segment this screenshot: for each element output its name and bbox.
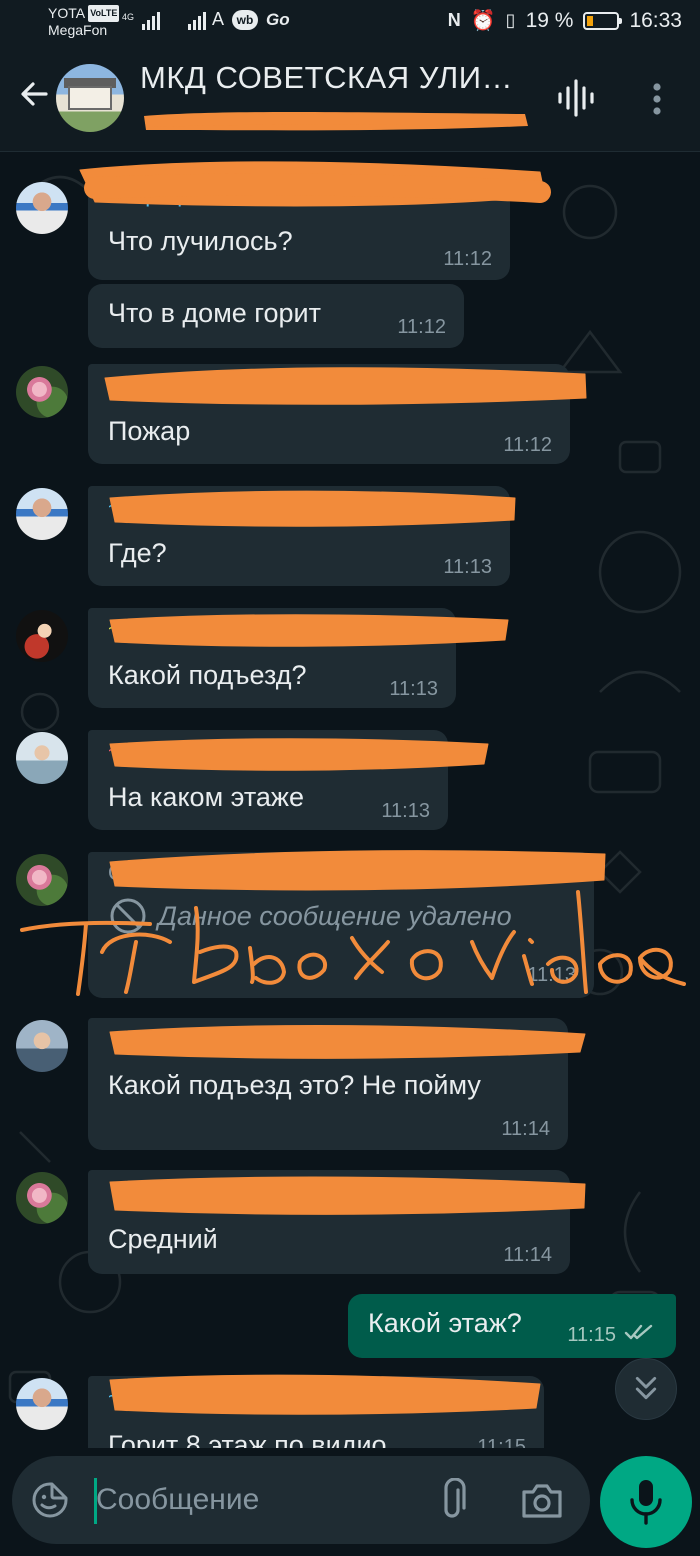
message-bubble[interactable]: ~ Мргарита Что лучилось? 11:12 (88, 174, 510, 280)
mic-icon (630, 1480, 662, 1525)
sender-avatar[interactable] (16, 182, 68, 234)
network-type: 4G (122, 12, 135, 22)
blocked-icon (110, 898, 146, 934)
message-time: 11:15 (567, 1324, 616, 1346)
message-text: Какой подъезд это? Не пойму (108, 1070, 481, 1100)
go-icon: Go (266, 9, 290, 29)
message-time: 11:14 (503, 1244, 552, 1266)
message-text: Горит 8 этаж по видио (108, 1430, 387, 1448)
message-time: 11:13 (389, 678, 438, 700)
message-text: Средний (108, 1224, 218, 1254)
sender-avatar[interactable] (16, 610, 68, 662)
message-bubble[interactable]: Какой подъезд это? Не пойму 11:14 (88, 1018, 568, 1150)
sender-name: Оль (108, 860, 150, 885)
sender-name: ~ И (108, 616, 143, 641)
composer-bar (0, 1448, 700, 1556)
message-time: 11:12 (443, 248, 492, 270)
scroll-to-bottom-icon[interactable] (615, 1358, 677, 1420)
group-title[interactable]: МКД СОВЕТСКАЯ УЛИ… (140, 60, 513, 96)
message-time: 11:13 (443, 556, 492, 578)
message-bubble[interactable]: Пожар 11:12 (88, 364, 570, 464)
sender-name: ~ Ма (108, 1384, 158, 1409)
message-time: 11:14 (501, 1118, 550, 1140)
message-time: 11:13 (527, 964, 576, 986)
carrier-megafon: MegaFon (48, 22, 108, 38)
status-bar: YOTA VoLTE MegaFon 4G A wb Go N ⏰ ▯ 19 %… (0, 0, 700, 46)
sender-name: ~ Ма (108, 494, 158, 519)
clock: 16:33 (629, 8, 682, 32)
read-receipt-icon (624, 1324, 653, 1340)
message-bubble[interactable]: ~ И Какой подъезд? 11:13 (88, 608, 456, 708)
deleted-text: Данное сообщение удалено (158, 900, 512, 931)
message-text: Что в доме горит (108, 298, 322, 328)
attach-icon[interactable] (436, 1478, 470, 1522)
deleted-message: Данное сообщение удалено (108, 896, 512, 936)
more-vert-icon[interactable] (650, 82, 664, 116)
message-input[interactable] (96, 1474, 416, 1526)
sender-avatar[interactable] (16, 1172, 68, 1224)
voice-record-button[interactable] (600, 1456, 692, 1548)
volte-badge: VoLTE (88, 5, 120, 22)
sender-avatar[interactable] (16, 366, 68, 418)
sender-name: ~ Мргарита (108, 182, 224, 207)
subtitle-redaction (144, 112, 528, 131)
deleted-message-bubble[interactable]: Оль Данное сообщение удалено 11:13 (88, 852, 594, 998)
chat-header: МКД СОВЕТСКАЯ УЛИ… (0, 46, 700, 152)
nfc-icon: N (447, 10, 461, 30)
message-time: 11:12 (397, 316, 446, 338)
chat-messages[interactable]: ~ Мргарита Что лучилось? 11:12 Что в дом… (0, 152, 700, 1448)
message-time: 11:13 (381, 800, 430, 822)
signal-icon-2 (188, 10, 207, 30)
wb-icon: wb (232, 9, 259, 30)
message-text: На каком этаже (108, 782, 304, 812)
signal-indicators: 4G (122, 10, 207, 30)
vibrate-icon: ▯ (505, 10, 516, 30)
camera-icon[interactable] (520, 1480, 564, 1520)
message-bubble[interactable]: ~ Ольга На каком этаже 11:13 (88, 730, 448, 830)
message-composer[interactable] (12, 1456, 590, 1544)
font-a-icon: A (212, 9, 225, 29)
sticker-emoji-icon[interactable] (30, 1480, 70, 1520)
sender-avatar[interactable] (16, 1378, 68, 1430)
battery-icon (583, 11, 623, 30)
outgoing-message-bubble[interactable]: Какой этаж? 11:15 (348, 1294, 676, 1358)
message-text: Где? (108, 538, 167, 568)
carrier-info: YOTA VoLTE MegaFon (48, 5, 120, 39)
sender-name: ~ Ольга (108, 738, 188, 763)
message-bubble[interactable]: Средний 11:14 (88, 1170, 570, 1274)
sender-avatar[interactable] (16, 488, 68, 540)
message-text: Что лучилось? (108, 226, 293, 256)
message-bubble[interactable]: ~ Ма Горит 8 этаж по видио 11:15 (88, 1376, 544, 1448)
signal-icon (142, 10, 161, 30)
message-bubble[interactable]: ~ Ма Где? 11:13 (88, 486, 510, 586)
message-bubble[interactable]: Что в доме горит 11:12 (88, 284, 464, 348)
alarm-icon: ⏰ (470, 10, 496, 32)
carrier-yota: YOTA (48, 5, 85, 21)
notification-icons: A wb Go (212, 9, 290, 30)
message-text: Пожар (108, 416, 191, 446)
voice-chat-icon[interactable] (556, 78, 596, 118)
group-avatar[interactable] (56, 64, 124, 132)
message-time: 11:12 (503, 434, 552, 456)
sender-avatar[interactable] (16, 732, 68, 784)
sender-avatar[interactable] (16, 1020, 68, 1072)
back-arrow-icon[interactable] (16, 76, 52, 112)
message-text: Какой этаж? (368, 1308, 522, 1338)
status-right: N ⏰ ▯ 19 % 16:33 (448, 8, 682, 33)
battery-percent: 19 % (525, 8, 574, 32)
message-text: Какой подъезд? (108, 660, 307, 690)
sender-avatar[interactable] (16, 854, 68, 906)
message-time: 11:15 (477, 1436, 526, 1448)
